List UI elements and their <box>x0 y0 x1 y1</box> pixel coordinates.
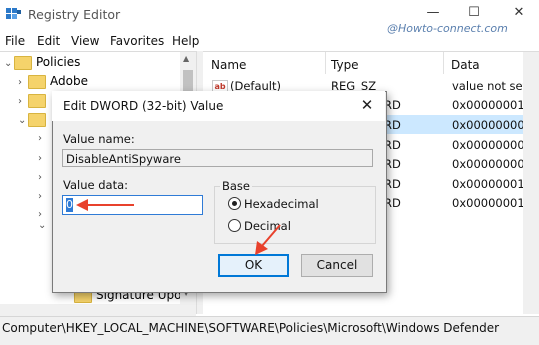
tree-item[interactable]: ⌄ <box>18 112 50 131</box>
hexadecimal-label[interactable]: Hexadecimal <box>244 197 319 211</box>
base-label: Base <box>220 179 253 193</box>
value-name-label: Value name: <box>63 132 135 146</box>
column-divider[interactable] <box>443 52 444 74</box>
dialog-close-icon[interactable]: ✕ <box>354 94 380 116</box>
tree-item[interactable]: › <box>38 169 48 188</box>
value-name-field: DisableAntiSpyware <box>62 149 373 167</box>
tree-item[interactable]: › <box>38 130 48 149</box>
value-data-text[interactable]: 0 <box>66 198 73 212</box>
collapse-chevron-icon[interactable]: › <box>18 96 28 107</box>
menu-bar: File Edit View Favorites Help <box>0 31 539 51</box>
expand-chevron-icon[interactable]: ⌄ <box>18 115 28 126</box>
annotation-arrow-left-icon <box>76 199 134 211</box>
menu-view[interactable]: View <box>71 34 99 48</box>
column-header-name[interactable]: Name <box>211 58 246 72</box>
hexadecimal-radio[interactable] <box>228 197 241 210</box>
collapse-chevron-icon[interactable]: › <box>38 172 48 183</box>
window-title: Registry Editor <box>28 7 121 22</box>
dialog-title: Edit DWORD (32-bit) Value <box>63 99 224 113</box>
folder-icon <box>28 93 46 108</box>
tree-horizontal-scrollbar[interactable] <box>0 304 196 316</box>
tree-item-label: Policies <box>36 55 81 69</box>
annotation-arrow-down-icon <box>255 224 281 255</box>
registry-editor-icon <box>6 8 22 22</box>
tree-item-label: Adobe <box>50 74 88 88</box>
folder-icon <box>14 55 32 70</box>
list-vertical-scrollbar[interactable] <box>523 52 539 314</box>
menu-favorites[interactable]: Favorites <box>110 34 164 48</box>
tree-item[interactable]: › <box>38 188 48 207</box>
collapse-chevron-icon[interactable]: › <box>18 77 28 88</box>
radio-selected-dot <box>232 201 237 206</box>
value-data-label: Value data: <box>63 178 129 192</box>
collapse-chevron-icon[interactable]: › <box>38 153 48 164</box>
tree-item[interactable]: ⌄ <box>38 217 48 236</box>
close-button[interactable]: ✕ <box>504 4 534 22</box>
menu-help[interactable]: Help <box>172 34 199 48</box>
scroll-up-arrow-icon[interactable]: ▲ <box>183 54 189 63</box>
minimize-button[interactable]: — <box>418 4 448 22</box>
collapse-chevron-icon[interactable]: › <box>38 191 48 202</box>
tree-item[interactable]: › <box>38 150 48 169</box>
decimal-radio[interactable] <box>228 219 241 232</box>
base-group <box>214 186 376 244</box>
maximize-button[interactable]: ☐ <box>459 4 489 22</box>
row-data: value not set <box>452 79 528 93</box>
column-divider[interactable] <box>325 52 326 74</box>
tree-item-policies[interactable]: ⌄ Policies <box>4 55 80 74</box>
tree-item[interactable]: › <box>18 93 50 112</box>
folder-icon <box>28 74 46 89</box>
column-header-data[interactable]: Data <box>451 58 480 72</box>
collapse-chevron-icon[interactable]: › <box>38 133 48 144</box>
expand-chevron-icon[interactable]: ⌄ <box>38 220 48 231</box>
expand-chevron-icon[interactable]: ⌄ <box>4 58 14 69</box>
column-header-type[interactable]: Type <box>331 58 359 72</box>
folder-icon <box>28 112 46 127</box>
menu-edit[interactable]: Edit <box>37 34 60 48</box>
menu-file[interactable]: File <box>5 34 25 48</box>
cancel-button[interactable]: Cancel <box>301 254 373 277</box>
status-path: Computer\HKEY_LOCAL_MACHINE\SOFTWARE\Pol… <box>2 321 500 335</box>
